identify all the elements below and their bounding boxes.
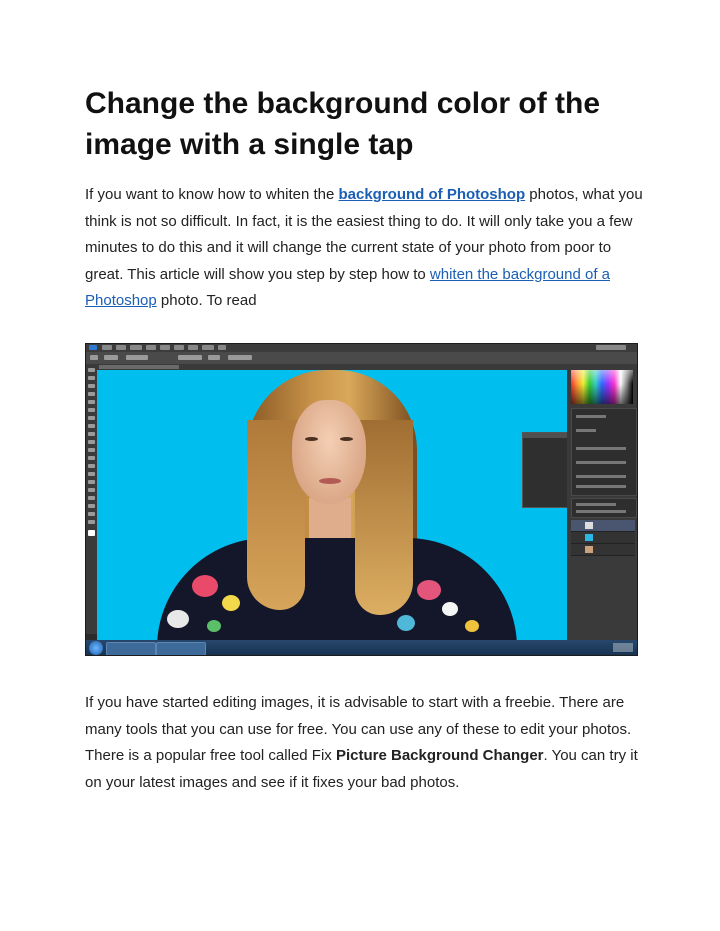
background-of-photoshop-link[interactable]: background of Photoshop [338, 186, 525, 203]
picture-background-changer-bold: Picture Background Changer [335, 747, 544, 764]
ps-menubar [86, 344, 637, 352]
windows-taskbar [86, 640, 637, 655]
taskbar-app-photoshop [106, 642, 156, 655]
photoshop-screenshot-image [85, 343, 638, 656]
taskbar-clock [613, 643, 633, 652]
intro-text-3: photo. To read [156, 292, 257, 309]
ps-layer-background [571, 544, 635, 556]
ps-canvas-photo [97, 370, 567, 640]
second-paragraph: If you have started editing images, it i… [85, 690, 645, 796]
ps-layer-2 [571, 532, 635, 544]
ps-layers-header [571, 498, 637, 518]
page-title: Change the background color of the image… [85, 87, 601, 161]
ps-layer-1 [571, 520, 635, 532]
document-page: Change the background color of the image… [0, 0, 720, 931]
intro-text-1: If you want to know how to whiten the [85, 186, 339, 203]
ps-swatches-panel [571, 370, 633, 404]
ps-toolbox [86, 364, 97, 634]
intro-paragraph: If you want to know how to whiten the ba… [85, 182, 645, 315]
taskbar-app-folder [156, 642, 206, 655]
ps-properties-panel [571, 408, 637, 496]
windows-start-icon [89, 641, 103, 655]
